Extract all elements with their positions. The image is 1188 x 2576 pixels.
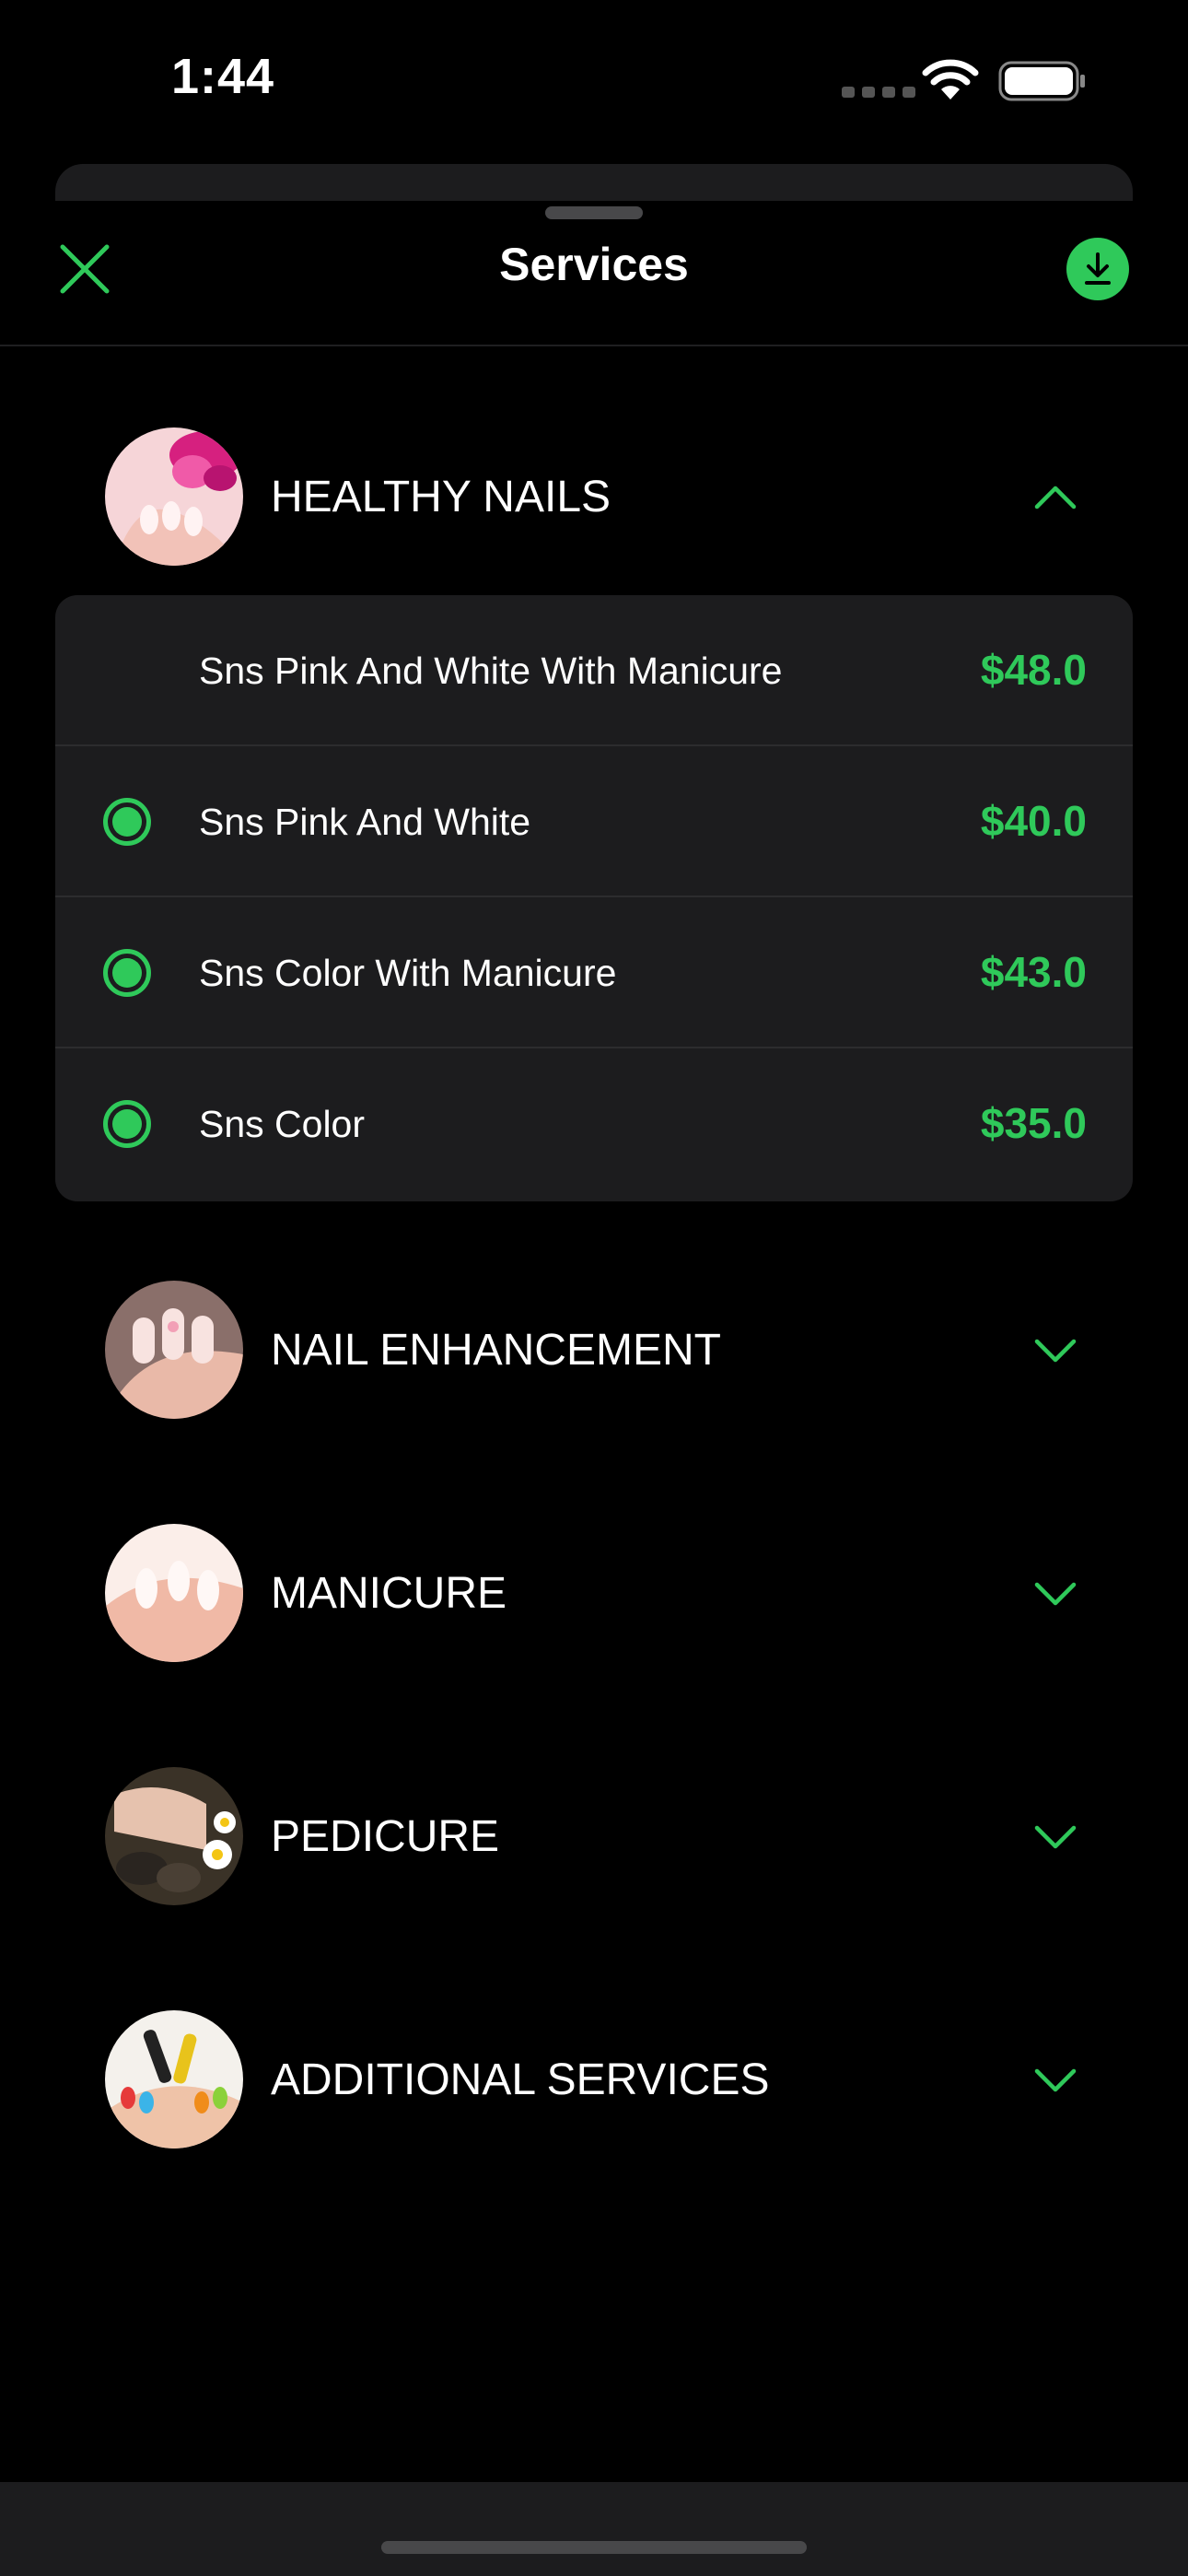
selected-radio-icon[interactable] [103, 1100, 151, 1148]
category-manicure[interactable]: MANICURE [0, 1524, 1188, 1662]
service-price: $35.0 [980, 1099, 1087, 1147]
category-title: MANICURE [271, 1569, 507, 1618]
sheet-grabber[interactable] [545, 206, 643, 219]
category-additional-services[interactable]: ADDITIONAL SERVICES [0, 2010, 1188, 2149]
category-avatar-pedicure [105, 1767, 243, 1905]
service-row[interactable]: Sns Color With Manicure $43.0 [55, 897, 1133, 1048]
status-bar: 1:44 [0, 0, 1188, 157]
category-avatar-additional-services [105, 2010, 243, 2149]
service-list-healthy-nails: Sns Pink And White With Manicure $48.0 S… [55, 595, 1133, 1201]
chevron-down-icon [1034, 2068, 1077, 2092]
service-name: Sns Pink And White With Manicure [199, 650, 783, 692]
category-title: PEDICURE [271, 1812, 500, 1861]
service-name: Sns Color [199, 1103, 366, 1145]
page-title: Services [499, 239, 689, 290]
wifi-icon [922, 59, 979, 100]
nav-divider [0, 345, 1188, 346]
service-price: $40.0 [980, 797, 1087, 845]
download-button[interactable] [1066, 238, 1129, 300]
selected-radio-icon[interactable] [103, 798, 151, 846]
category-title: ADDITIONAL SERVICES [271, 2055, 770, 2104]
selected-radio-icon[interactable] [103, 949, 151, 997]
service-price: $43.0 [980, 948, 1087, 996]
chevron-up-icon [1034, 486, 1077, 509]
service-name: Sns Pink And White [199, 801, 531, 843]
chevron-down-icon [1034, 1825, 1077, 1849]
home-indicator[interactable] [381, 2541, 807, 2554]
category-avatar-manicure [105, 1524, 243, 1662]
service-row[interactable]: Sns Color $35.0 [55, 1048, 1133, 1200]
bottom-bar [0, 2482, 1188, 2576]
category-title: HEALTHY NAILS [271, 473, 611, 521]
category-title: NAIL ENHANCEMENT [271, 1326, 721, 1375]
chevron-down-icon [1034, 1339, 1077, 1363]
service-row[interactable]: Sns Pink And White $40.0 [55, 746, 1133, 897]
service-price: $48.0 [980, 646, 1087, 694]
download-icon [1085, 252, 1111, 285]
category-pedicure[interactable]: PEDICURE [0, 1767, 1188, 1905]
chevron-down-icon [1034, 1582, 1077, 1606]
status-time: 1:44 [171, 49, 275, 104]
category-avatar-nail-enhancement [105, 1281, 243, 1419]
battery-icon [998, 61, 1085, 101]
cellular-signal-icon [842, 87, 915, 98]
category-nail-enhancement[interactable]: NAIL ENHANCEMENT [0, 1281, 1188, 1419]
category-avatar-healthy-nails [105, 427, 243, 566]
category-healthy-nails[interactable]: HEALTHY NAILS [0, 427, 1188, 566]
background-sheet [55, 164, 1133, 201]
service-row[interactable]: Sns Pink And White With Manicure $48.0 [55, 595, 1133, 746]
service-name: Sns Color With Manicure [199, 952, 617, 994]
